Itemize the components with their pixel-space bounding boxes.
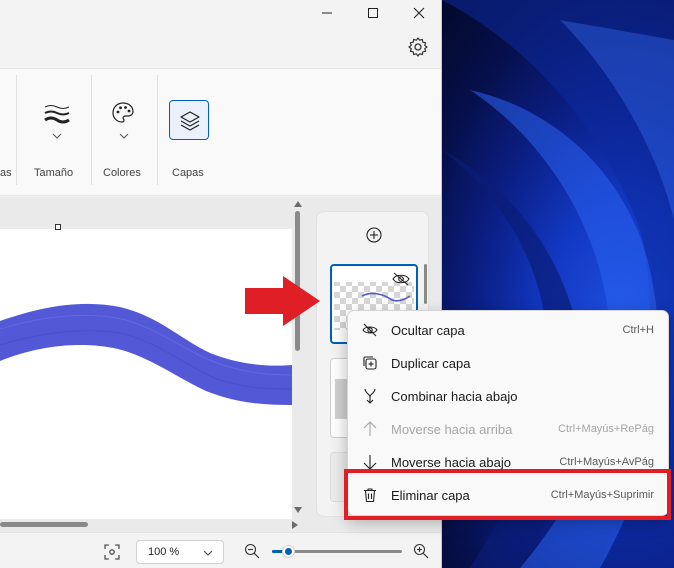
chevron-down-icon [203,550,213,556]
ribbon-divider [157,75,158,185]
ribbon-partial-label: as [0,167,12,179]
ribbon-label-colors: Colores [103,167,141,179]
zoom-slider-thumb[interactable] [282,545,295,558]
toolbar-ribbon: as Tamaño Colores Capas [0,68,441,196]
zoom-level-value: 100 % [148,546,180,558]
menu-item-merge-down[interactable]: Combinar hacia abajo [352,381,666,411]
ribbon-divider [16,75,17,185]
layers-scroll-thumb[interactable] [424,264,427,304]
hide-icon [362,323,378,337]
layers-icon [180,111,200,131]
hidden-eye-icon[interactable] [392,272,410,286]
annotation-highlight-box [344,469,671,520]
menu-item-shortcut: Ctrl+Mayús+RePág [558,423,654,435]
status-bar: 100 % [0,532,441,568]
brush-size-icon [44,105,70,124]
close-icon [413,7,425,19]
title-bar [0,0,441,26]
menu-item-move-up[interactable]: Moverse hacia arriba Ctrl+Mayús+RePág [352,414,666,444]
scroll-up-icon[interactable] [294,201,302,207]
chevron-down-icon [119,133,129,139]
zoom-level-select[interactable]: 100 % [136,540,224,564]
palette-icon [112,102,134,123]
menu-item-shortcut: Ctrl+H [622,324,654,336]
close-button[interactable] [396,0,441,26]
menu-item-label: Ocultar capa [391,323,465,338]
ribbon-label-layers: Capas [172,167,204,179]
scroll-right-icon[interactable] [292,521,298,529]
brush-stroke [0,303,292,405]
ribbon-group-size[interactable]: Tamaño [28,69,84,195]
zoom-out-icon[interactable] [244,543,260,559]
menu-bar [0,26,441,68]
menu-item-shortcut: Ctrl+Mayús+AvPág [559,456,654,468]
ribbon-divider [91,75,92,185]
menu-item-hide-layer[interactable]: Ocultar capa Ctrl+H [352,315,666,345]
menu-item-duplicate-layer[interactable]: Duplicar capa [352,348,666,378]
menu-item-label: Duplicar capa [391,356,471,371]
arrow-down-icon [363,455,377,470]
arrow-up-icon [363,421,377,436]
zoom-in-icon[interactable] [413,543,429,559]
add-layer-icon[interactable] [366,227,382,243]
duplicate-icon [363,356,377,370]
horizontal-scrollbar[interactable] [0,519,304,531]
scroll-down-icon[interactable] [294,507,302,513]
settings-gear-icon[interactable] [407,36,429,58]
ribbon-label-size: Tamaño [34,167,74,179]
zoom-slider[interactable] [272,545,402,558]
menu-item-label: Combinar hacia abajo [391,389,518,404]
ribbon-group-colors[interactable]: Colores [100,69,148,195]
maximize-icon [368,8,378,18]
annotation-arrow [245,276,320,326]
chevron-down-icon [52,133,62,139]
menu-item-label: Moverse hacia arriba [391,422,513,437]
menu-item-label: Moverse hacia abajo [391,455,511,470]
minimize-icon [322,12,332,14]
resize-handle[interactable] [55,224,61,230]
drawing-canvas[interactable] [0,229,292,519]
merge-down-icon [364,388,376,404]
vertical-scrollbar[interactable] [292,197,304,519]
layers-button[interactable] [169,100,209,140]
horizontal-scroll-thumb[interactable] [0,522,88,527]
fit-to-window-icon[interactable] [104,544,120,560]
minimize-button[interactable] [304,0,350,26]
ribbon-group-layers[interactable]: Capas [166,69,212,195]
maximize-button[interactable] [350,0,396,26]
